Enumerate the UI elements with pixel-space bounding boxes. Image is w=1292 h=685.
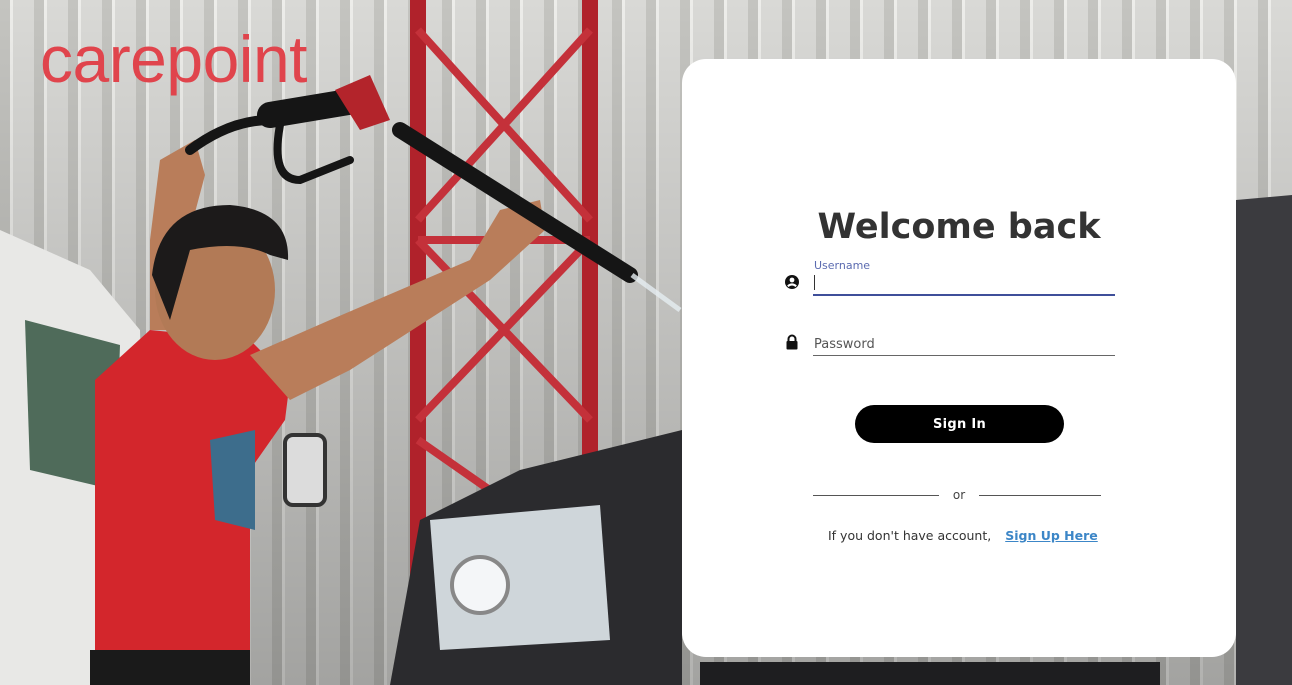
username-input[interactable] — [816, 274, 1114, 292]
lock-icon — [784, 334, 800, 350]
signup-row: If you don't have account, Sign Up Here — [828, 528, 1098, 543]
text-cursor — [814, 275, 815, 290]
brand-logo: carepoint — [40, 22, 308, 96]
login-page: carepoint Welcome back Username Sign In … — [0, 0, 1292, 685]
page-title: Welcome back — [817, 207, 1101, 247]
password-underline — [813, 355, 1115, 356]
signup-prompt: If you don't have account, — [828, 528, 992, 543]
sign-up-link[interactable]: Sign Up Here — [1005, 528, 1098, 543]
login-card: Welcome back — [682, 59, 1236, 657]
username-label: Username — [814, 259, 871, 272]
divider-line-left — [813, 495, 939, 496]
username-underline — [813, 294, 1115, 296]
divider-or-text: or — [952, 488, 966, 502]
password-input[interactable] — [814, 335, 1114, 353]
divider-line-right — [979, 495, 1101, 496]
sign-in-button[interactable]: Sign In — [855, 405, 1064, 443]
user-icon — [784, 274, 800, 290]
